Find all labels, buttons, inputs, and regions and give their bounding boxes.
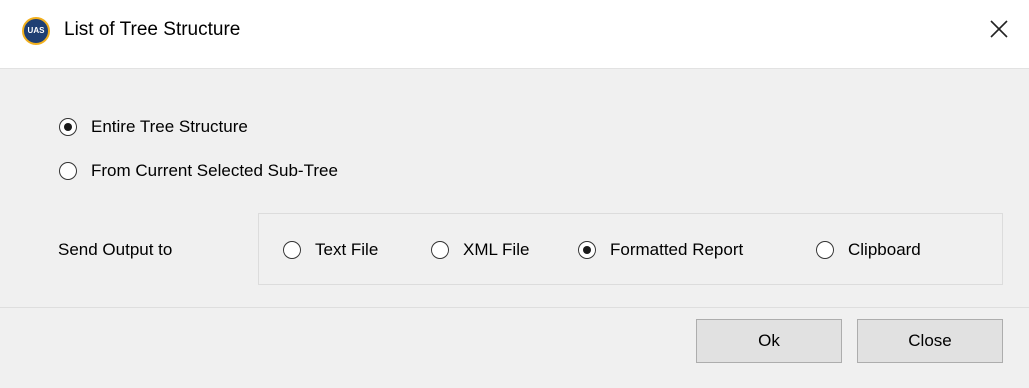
footer-separator	[0, 307, 1029, 308]
ok-button[interactable]: Ok	[696, 319, 842, 363]
output-formatted-report-radio[interactable]	[578, 241, 596, 259]
output-clipboard-radio[interactable]	[816, 241, 834, 259]
output-text-file-label: Text File	[315, 240, 379, 259]
output-xml-file-option[interactable]: XML File	[431, 239, 529, 261]
output-formatted-report-option[interactable]: Formatted Report	[578, 239, 743, 261]
output-formatted-report-label: Formatted Report	[610, 240, 744, 259]
scope-current-subtree-option[interactable]: From Current Selected Sub-Tree	[59, 160, 338, 182]
scope-entire-tree-label: Entire Tree Structure	[91, 117, 248, 136]
list-tree-structure-dialog: UAS List of Tree Structure Entire Tree S…	[0, 0, 1029, 388]
scope-current-subtree-radio[interactable]	[59, 162, 77, 180]
output-clipboard-option[interactable]: Clipboard	[816, 239, 921, 261]
output-xml-file-radio[interactable]	[431, 241, 449, 259]
app-logo-icon: UAS	[22, 17, 50, 45]
scope-entire-tree-radio[interactable]	[59, 118, 77, 136]
close-icon	[990, 20, 1008, 38]
output-text-file-radio[interactable]	[283, 241, 301, 259]
title-bar: UAS List of Tree Structure	[0, 0, 1029, 69]
send-output-label: Send Output to	[58, 240, 173, 259]
window-title: List of Tree Structure	[64, 19, 241, 40]
output-clipboard-label: Clipboard	[848, 240, 921, 259]
output-xml-file-label: XML File	[463, 240, 530, 259]
close-button[interactable]: Close	[857, 319, 1003, 363]
scope-current-subtree-label: From Current Selected Sub-Tree	[91, 161, 338, 180]
scope-entire-tree-option[interactable]: Entire Tree Structure	[59, 116, 248, 138]
window-close-button[interactable]	[980, 14, 1014, 44]
output-text-file-option[interactable]: Text File	[283, 239, 378, 261]
